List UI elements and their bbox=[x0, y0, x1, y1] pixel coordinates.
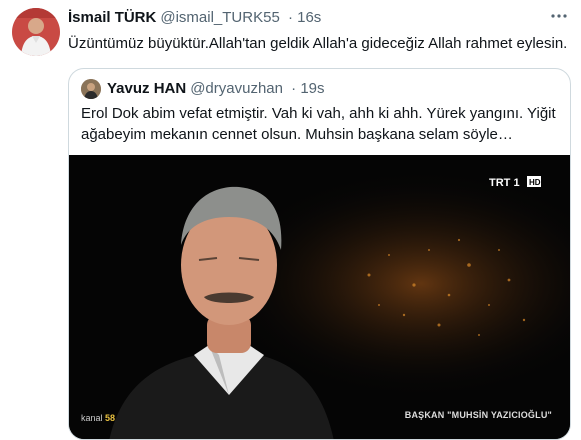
media-caption: BAŞKAN "MUHSİN YAZICIOĞLU" bbox=[404, 410, 552, 420]
quote-text-line-2: ağabeyim mekanın cennet olsun. Muhsin ba… bbox=[81, 126, 513, 143]
more-horizontal-icon[interactable] bbox=[547, 6, 571, 26]
tweet-header: İsmail TÜRK @ismail_TURK55 · 16s bbox=[68, 9, 541, 29]
quote-handle: @dryavuzhan bbox=[190, 80, 283, 97]
quote-timestamp: · 19s bbox=[291, 80, 325, 97]
timestamp[interactable]: · 16s bbox=[288, 9, 321, 26]
watermark-text: kanal bbox=[81, 413, 103, 423]
watermark-number: 58 bbox=[105, 413, 116, 423]
quote-avatar bbox=[81, 79, 101, 99]
tweet-text: Üzüntümüz büyüktür.Allah'tan geldik Alla… bbox=[68, 35, 568, 52]
display-name[interactable]: İsmail TÜRK bbox=[68, 9, 156, 26]
handle[interactable]: @ismail_TURK55 bbox=[160, 9, 279, 26]
quote-text-line-1: Erol Dok abim vefat etmiştir. Vah ki vah… bbox=[81, 105, 556, 122]
quote-tweet[interactable]: Yavuz HAN @dryavuzhan · 19s Erol Dok abim… bbox=[68, 68, 571, 440]
quote-header: Yavuz HAN @dryavuzhan · 19s bbox=[107, 79, 325, 99]
svg-text:HD: HD bbox=[529, 178, 541, 187]
channel-watermark: kanal 58 bbox=[81, 413, 115, 423]
quote-text: Erol Dok abim vefat etmiştir. Vah ki vah… bbox=[81, 103, 561, 145]
tweet[interactable]: İsmail TÜRK @ismail_TURK55 · 16s Üzüntümü… bbox=[0, 0, 581, 440]
media-photo: TRT 1 HD bbox=[69, 155, 570, 439]
trt-logo: TRT 1 bbox=[489, 177, 520, 189]
avatar[interactable] bbox=[12, 8, 60, 56]
quote-media-image[interactable]: TRT 1 HD kanal 58 BAŞKAN "MUHSİN YAZICIO… bbox=[69, 155, 570, 439]
quote-display-name: Yavuz HAN bbox=[107, 80, 187, 97]
